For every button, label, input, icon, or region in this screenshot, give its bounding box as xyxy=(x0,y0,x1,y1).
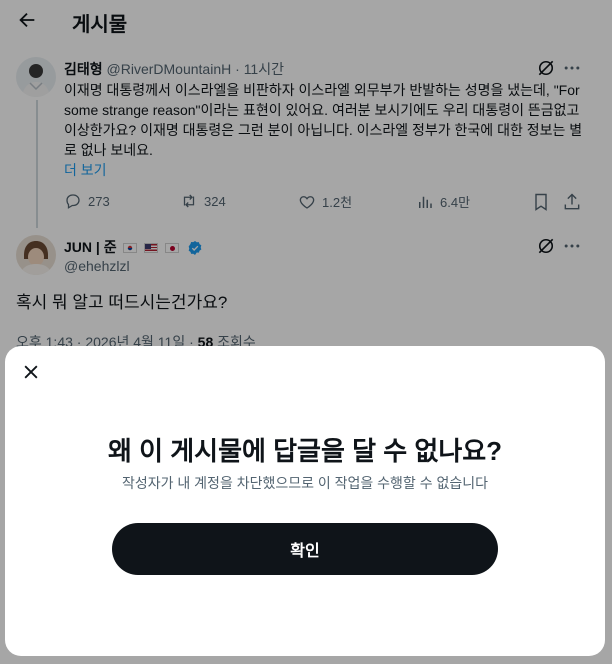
blocked-reply-dialog: 왜 이 게시물에 답글을 달 수 없나요? 작성자가 내 계정을 차단했으므로 … xyxy=(5,346,605,656)
confirm-button[interactable]: 확인 xyxy=(112,523,498,575)
dialog-title: 왜 이 게시물에 답글을 달 수 없나요? xyxy=(107,436,503,466)
close-icon[interactable] xyxy=(21,362,41,382)
dialog-description: 작성자가 내 계정을 차단했으므로 이 작업을 수행할 수 없습니다 xyxy=(122,475,488,491)
